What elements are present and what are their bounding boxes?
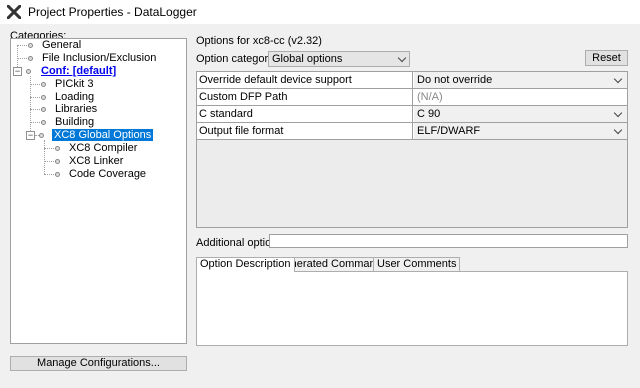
- tree-item-file-inclusion[interactable]: File Inclusion/Exclusion: [28, 52, 158, 65]
- tree-item-xc8-linker[interactable]: XC8 Linker: [55, 155, 125, 168]
- custom-dfp-value: (N/A): [417, 91, 443, 103]
- tab-user-comments[interactable]: User Comments: [373, 257, 461, 271]
- node-bullet-icon: [55, 172, 60, 177]
- option-description-panel: [196, 271, 628, 346]
- tree-item-code-coverage[interactable]: Code Coverage: [55, 168, 148, 181]
- node-bullet-icon: [41, 107, 46, 112]
- chevron-down-icon: [397, 53, 407, 63]
- grid-row-output-format[interactable]: Output file format ELF/DWARF: [197, 123, 627, 140]
- options-title: Options for xc8-cc (v2.32): [196, 35, 322, 47]
- tree-item-conf[interactable]: − Conf: [default]: [13, 65, 118, 78]
- collapse-icon[interactable]: −: [26, 131, 35, 140]
- collapse-icon[interactable]: −: [13, 67, 22, 76]
- node-bullet-icon: [55, 146, 60, 151]
- tree-item-xc8-compiler[interactable]: XC8 Compiler: [55, 142, 139, 155]
- node-bullet-icon: [41, 120, 46, 125]
- node-bullet-icon: [41, 82, 46, 87]
- node-bullet-icon: [55, 159, 60, 164]
- chevron-down-icon: [613, 108, 623, 118]
- grid-row-override-device[interactable]: Override default device support Do not o…: [197, 72, 627, 89]
- tree-item-xc8-global-options[interactable]: − XC8 Global Options: [26, 129, 154, 142]
- chevron-down-icon: [613, 125, 623, 135]
- tree-item-general[interactable]: General: [28, 39, 83, 52]
- x-logo-icon: [6, 4, 22, 20]
- tab-option-description[interactable]: Option Description: [196, 257, 295, 272]
- options-grid: Override default device support Do not o…: [196, 71, 628, 228]
- window-title: Project Properties - DataLogger: [28, 5, 197, 19]
- option-categories-select[interactable]: Global options: [268, 51, 410, 67]
- output-format-dropdown[interactable]: ELF/DWARF: [414, 123, 627, 139]
- override-device-dropdown[interactable]: Do not override: [414, 72, 627, 88]
- grid-value: C 90: [417, 108, 441, 120]
- additional-options-input[interactable]: [269, 234, 628, 248]
- categories-tree[interactable]: General File Inclusion/Exclusion − Conf:…: [10, 38, 187, 344]
- grid-key: Output file format: [197, 123, 413, 139]
- title-bar: Project Properties - DataLogger: [0, 0, 640, 24]
- grid-row-c-standard[interactable]: C standard C 90: [197, 106, 627, 123]
- node-bullet-icon: [26, 69, 31, 74]
- manage-configurations-button[interactable]: Manage Configurations...: [10, 356, 187, 371]
- option-categories-value: Global options: [272, 53, 343, 65]
- grid-key: Override default device support: [197, 72, 413, 88]
- grid-row-custom-dfp[interactable]: Custom DFP Path (N/A): [197, 89, 627, 106]
- tree-item-libraries[interactable]: Libraries: [41, 103, 99, 116]
- grid-value: ELF/DWARF: [417, 125, 481, 137]
- node-bullet-icon: [28, 56, 33, 61]
- grid-value: Do not override: [417, 74, 493, 86]
- node-bullet-icon: [28, 43, 33, 48]
- node-bullet-icon: [41, 95, 46, 100]
- reset-button[interactable]: Reset: [585, 50, 628, 66]
- node-bullet-icon: [39, 133, 44, 138]
- grid-key: Custom DFP Path: [197, 89, 413, 105]
- tree-item-pickit[interactable]: PICkit 3: [41, 78, 96, 91]
- tree-item-building[interactable]: Building: [41, 116, 96, 129]
- grid-key: C standard: [197, 106, 413, 122]
- c-standard-dropdown[interactable]: C 90: [414, 106, 627, 122]
- chevron-down-icon: [613, 74, 623, 84]
